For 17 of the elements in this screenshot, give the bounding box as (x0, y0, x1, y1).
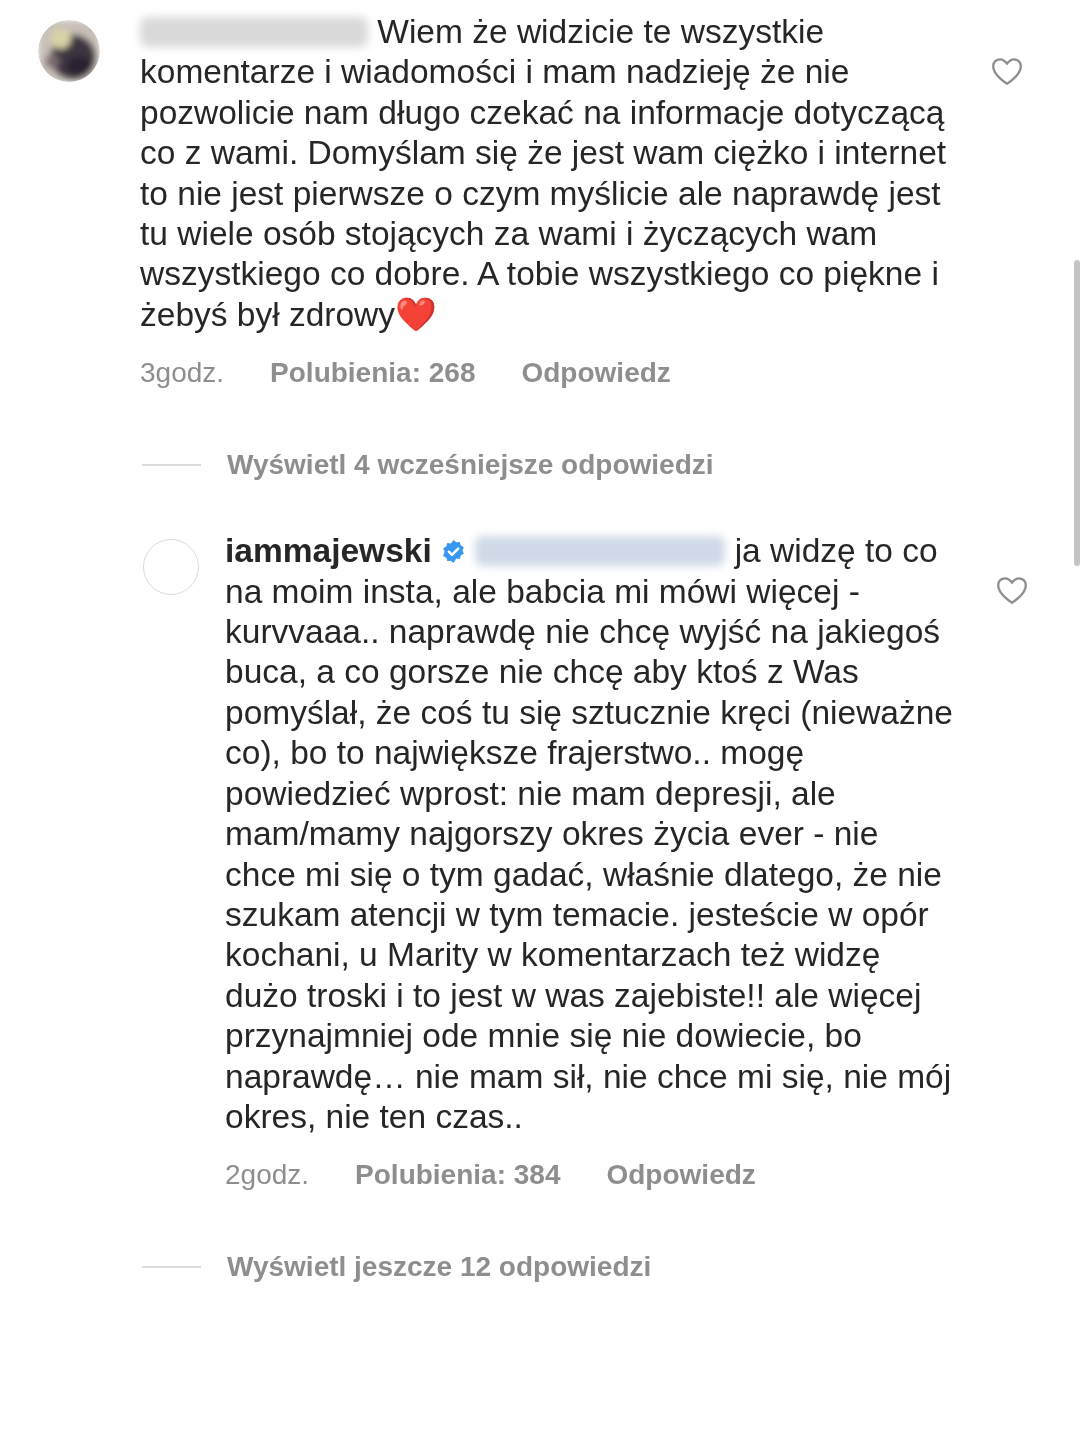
likes-link[interactable]: Polubienia: 268 (270, 357, 476, 390)
heart-emoji: ❤ (395, 295, 438, 333)
likes-link[interactable]: Polubienia: 384 (355, 1159, 561, 1192)
username[interactable]: iammajewski (225, 532, 432, 570)
comment-text: iammajewski ja widzę to co na moim insta, ale babcia mi mówi więcej - kurvvaaa.. naprawdę nie chcę wyjść na jakiegoś buca, a co gorsze nie chcę aby ktoś z Was pomyślał, że coś tu się sztucznie kręci (nieważne co), bo to największe frajerstwo.. mogę powiedzieć wprost: nie mam depresji, ale mam/mamy najgorszy okres życia ever - nie chce mi się o tym gadać, właśnie dlatego, że nie szukam atencji w tym temacie. jesteście w opór kochani, u Marity w komentarzach też widzę dużo troski i to jest w was zajebiste!! ale więcej przynajmniej ode mnie się nie dowiecie, bo naprawdę… nie mam sił, nie chce mi się, nie mój okres, nie ten czas.. (225, 531, 954, 1137)
timestamp: 2godz. (225, 1159, 310, 1192)
view-replies-link[interactable]: Wyświetl jeszcze 12 odpowiedzi (227, 1251, 652, 1284)
reply-link[interactable]: Odpowiedz (606, 1159, 756, 1192)
timestamp: 3godz. (140, 357, 225, 390)
like-heart-icon[interactable] (990, 56, 1024, 86)
scrollbar[interactable] (1074, 260, 1080, 566)
blurred-username[interactable] (140, 17, 368, 47)
like-heart-icon[interactable] (995, 575, 1029, 606)
view-replies-link[interactable]: Wyświetl 4 wcześniejsze odpowiedzi (227, 449, 714, 482)
blurred-username[interactable] (475, 536, 726, 567)
comment-text: Wiem że widzicie te wszystkie komentarze i wiadomości i mam nadzieję że nie pozwolicie nam długo czekać na informacje dotyczącą co z wami. Domyślam się że jest wam ciężko i internet to nie jest pierwsze o czym myślicie ale naprawdę jest tu wiele osób stojących za wami i życzących wam wszystkiego co dobre. A tobie wszystkiego co piękne i żebyś był zdrowy❤ (140, 12, 948, 335)
reply-link[interactable]: Odpowiedz (521, 357, 671, 390)
